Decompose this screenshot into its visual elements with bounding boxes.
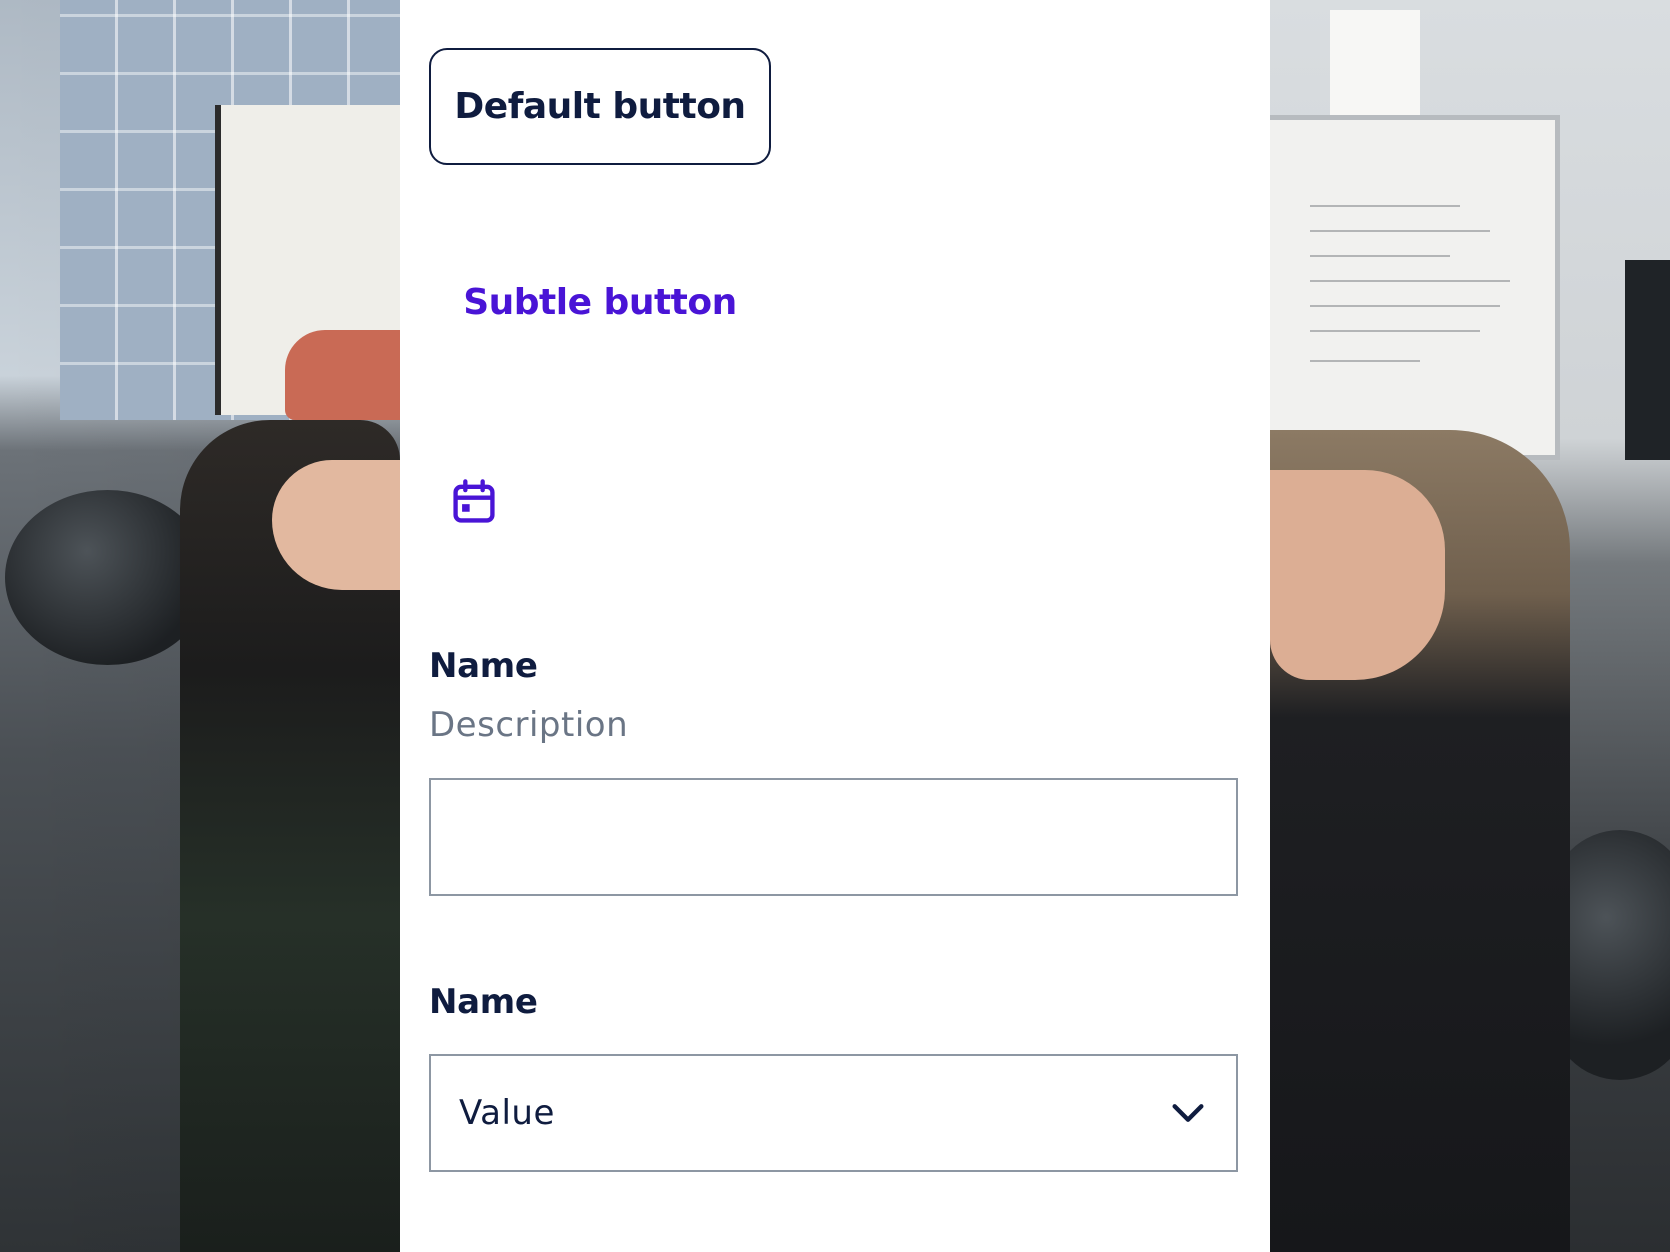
person-right-face <box>1270 470 1445 680</box>
calendar-icon <box>453 479 495 523</box>
name-input[interactable] <box>429 778 1238 896</box>
default-button[interactable]: Default button <box>429 48 771 165</box>
select-field-label: Name <box>429 982 538 1022</box>
component-panel: Default button Subtle button Name Descri… <box>400 0 1270 1252</box>
wall-screen <box>1625 260 1670 460</box>
person-arm <box>285 330 400 420</box>
name-select[interactable]: Value <box>429 1054 1238 1172</box>
background-photo-left <box>0 0 400 1252</box>
input-field-description: Description <box>429 705 629 745</box>
calendar-icon-button[interactable] <box>448 476 500 528</box>
background-photo-right <box>1270 0 1670 1252</box>
chevron-down-icon <box>1172 1104 1204 1122</box>
input-field-label: Name <box>429 646 538 686</box>
subtle-button[interactable]: Subtle button <box>429 244 771 361</box>
select-value: Value <box>459 1093 555 1133</box>
whiteboard <box>1270 115 1560 460</box>
